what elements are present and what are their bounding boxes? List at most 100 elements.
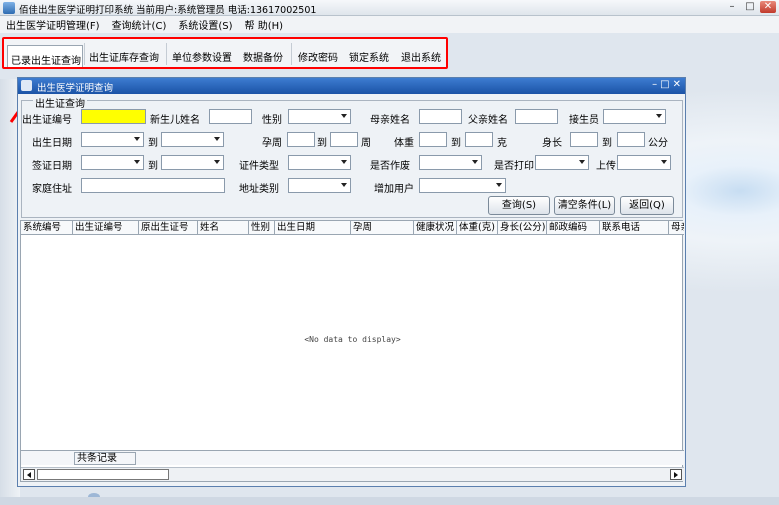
issue-date-from[interactable]	[81, 155, 144, 170]
label-to: 到	[148, 161, 158, 172]
toolbar: 已录出生证查询 出生证库存查询 单位参数设置 数据备份 修改密码 锁定系统 退出…	[2, 37, 448, 69]
app-icon	[3, 2, 15, 14]
label-added-user: 增加用户	[374, 184, 414, 195]
weight-to-input[interactable]	[465, 132, 493, 147]
label-uploaded: 上传	[596, 161, 616, 172]
app-title: 佰佳出生医学证明打印系统 当前用户:系统管理员 电话:13617002501	[19, 5, 317, 16]
app-titlebar: 佰佳出生医学证明打印系统 当前用户:系统管理员 电话:13617002501 –…	[0, 0, 779, 16]
label-issue-date: 签证日期	[32, 161, 72, 172]
horizontal-scrollbar[interactable]	[21, 467, 684, 481]
toolbar-change-password[interactable]: 修改密码	[298, 49, 338, 64]
record-count: 共条记录	[74, 452, 136, 465]
column-birth-date[interactable]: 出生日期	[275, 221, 351, 234]
printed-select[interactable]	[535, 155, 589, 170]
column-health[interactable]: 健康状况	[414, 221, 457, 234]
column-sex[interactable]: 性别	[249, 221, 275, 234]
back-button[interactable]: 返回(Q)	[620, 196, 674, 215]
gestation-to-input[interactable]	[330, 132, 358, 147]
scroll-left-icon[interactable]	[23, 469, 35, 480]
toolbar-unit-params[interactable]: 单位参数设置	[172, 49, 232, 64]
birth-date-to[interactable]	[161, 132, 224, 147]
label-printed: 是否打印	[494, 161, 534, 172]
scroll-right-icon[interactable]	[670, 469, 682, 480]
label-gestation: 孕周	[262, 138, 282, 149]
label-sex: 性别	[262, 115, 282, 126]
query-window: 出生医学证明查询 – □ ✕ 出生证查询 出生证编号 新生儿姓名 性别 母亲姓名…	[17, 77, 686, 487]
address-type-select[interactable]	[288, 178, 351, 193]
weight-from-input[interactable]	[419, 132, 447, 147]
menu-settings[interactable]: 系统设置(S)	[178, 17, 232, 32]
status-bar	[0, 497, 779, 505]
grid-footer: 共条记录	[21, 450, 684, 465]
father-name-input[interactable]	[515, 109, 558, 124]
height-from-input[interactable]	[570, 132, 598, 147]
toolbar-backup[interactable]: 数据备份	[243, 49, 283, 64]
label-weight: 体重	[394, 138, 414, 149]
grid-header: 系统编号 出生证编号 原出生证号 姓名 性别 出生日期 孕周 健康状况 体重(克…	[21, 221, 684, 235]
close-button[interactable]: ✕	[760, 1, 776, 13]
window-maximize-button[interactable]: □	[660, 79, 669, 90]
birth-date-from[interactable]	[81, 132, 144, 147]
label-birth-date: 出生日期	[32, 138, 72, 149]
label-mother-name: 母亲姓名	[370, 115, 410, 126]
menu-birth-cert[interactable]: 出生医学证明管理(F)	[6, 17, 100, 32]
deliverer-select[interactable]	[603, 109, 666, 124]
label-deliverer: 接生员	[569, 115, 599, 126]
window-close-button[interactable]: ✕	[673, 79, 681, 90]
scroll-thumb[interactable]	[37, 469, 169, 480]
column-height[interactable]: 身长(公分)	[498, 221, 547, 234]
uploaded-select[interactable]	[617, 155, 671, 170]
empty-grid-text: <No data to display>	[304, 335, 401, 344]
search-group-label: 出生证查询	[33, 95, 87, 110]
window-controls: – □ ✕	[724, 1, 776, 13]
column-cert-no[interactable]: 出生证编号	[73, 221, 139, 234]
query-window-titlebar: 出生医学证明查询 – □ ✕	[18, 78, 685, 94]
sex-select[interactable]	[288, 109, 351, 124]
label-address: 家庭住址	[32, 184, 72, 195]
menu-help[interactable]: 帮 助(H)	[245, 17, 284, 32]
menu-bar: 出生医学证明管理(F) 查询统计(C) 系统设置(S) 帮 助(H)	[0, 16, 779, 33]
label-week: 周	[361, 138, 371, 149]
id-type-select[interactable]	[288, 155, 351, 170]
column-name[interactable]: 姓名	[198, 221, 249, 234]
menu-query-stats[interactable]: 查询统计(C)	[112, 17, 167, 32]
label-address-type: 地址类别	[239, 184, 279, 195]
toolbar-lock-system[interactable]: 锁定系统	[349, 49, 389, 64]
label-to: 到	[148, 138, 158, 149]
cert-no-input[interactable]	[81, 109, 146, 124]
added-user-select[interactable]	[419, 178, 506, 193]
label-father-name: 父亲姓名	[468, 115, 508, 126]
label-gram: 克	[497, 138, 507, 149]
window-icon	[21, 80, 32, 91]
label-id-type: 证件类型	[239, 161, 279, 172]
gestation-from-input[interactable]	[287, 132, 315, 147]
height-to-input[interactable]	[617, 132, 645, 147]
issue-date-to[interactable]	[161, 155, 224, 170]
column-weight[interactable]: 体重(克)	[457, 221, 498, 234]
column-mother[interactable]: 母亲	[669, 221, 684, 234]
toolbar-recorded-query[interactable]: 已录出生证查询	[7, 45, 83, 67]
query-window-title: 出生医学证明查询	[37, 83, 114, 94]
column-phone[interactable]: 联系电话	[600, 221, 669, 234]
toolbar-exit-system[interactable]: 退出系统	[401, 49, 441, 64]
column-original-cert-no[interactable]: 原出生证号	[139, 221, 198, 234]
toolbar-stock-query[interactable]: 出生证库存查询	[89, 49, 159, 64]
clear-button[interactable]: 清空条件(L)	[554, 196, 615, 215]
result-grid: 系统编号 出生证编号 原出生证号 姓名 性别 出生日期 孕周 健康状况 体重(克…	[20, 220, 684, 482]
window-minimize-button[interactable]: –	[652, 79, 657, 90]
baby-name-input[interactable]	[209, 109, 252, 124]
label-cert-no: 出生证编号	[22, 115, 72, 126]
toolbar-separator	[291, 43, 292, 65]
label-to: 到	[451, 138, 461, 149]
column-postcode[interactable]: 邮政编码	[547, 221, 600, 234]
mother-name-input[interactable]	[419, 109, 462, 124]
minimize-button[interactable]: –	[724, 1, 740, 13]
toolbar-separator	[166, 43, 167, 65]
query-button[interactable]: 查询(S)	[488, 196, 550, 215]
address-input[interactable]	[81, 178, 225, 193]
voided-select[interactable]	[419, 155, 482, 170]
maximize-button[interactable]: □	[742, 1, 758, 13]
label-to: 到	[317, 138, 327, 149]
column-system-no[interactable]: 系统编号	[21, 221, 73, 234]
column-gestation[interactable]: 孕周	[351, 221, 414, 234]
